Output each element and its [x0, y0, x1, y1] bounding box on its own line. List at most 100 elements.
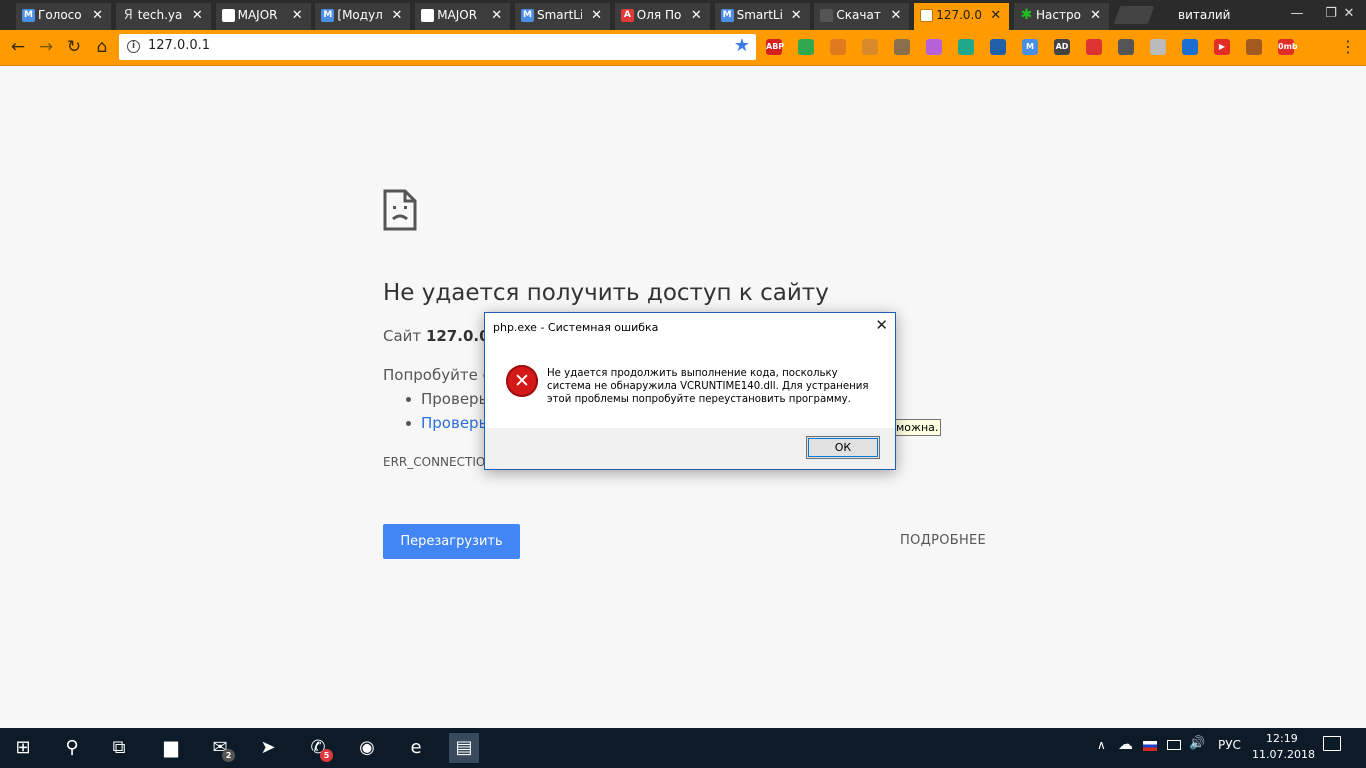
reload-button-toolbar[interactable]: ↻ — [63, 36, 85, 58]
tab-close-icon[interactable]: ✕ — [591, 3, 602, 28]
document-icon — [421, 9, 435, 22]
onedrive-icon[interactable]: ☁ — [1118, 735, 1133, 753]
suggestion-item: Проверь — [406, 414, 487, 432]
ok-button[interactable]: ОК — [806, 436, 880, 459]
tooltip: можна. — [893, 419, 942, 436]
clock-date[interactable]: 11.07.2018 — [1252, 748, 1315, 761]
tab-7[interactable]: M SmartLi ✕ — [714, 3, 810, 30]
php-app-icon[interactable]: ▤ — [449, 733, 479, 763]
home-button[interactable]: ⌂ — [91, 36, 113, 58]
dialog-close-button[interactable]: ✕ — [875, 316, 888, 334]
forward-button[interactable]: → — [35, 36, 57, 58]
dark-page-icon — [820, 9, 834, 22]
tab-close-icon[interactable]: ✕ — [391, 3, 402, 28]
extension-icon-12[interactable] — [1118, 39, 1134, 55]
edge-icon-glyph: e — [410, 737, 422, 758]
extension-icon-2[interactable] — [798, 39, 814, 55]
system-error-dialog: php.exe - Системная ошибка ✕ ✕ Не удаетс… — [484, 312, 896, 470]
tab-6[interactable]: A Оля По ✕ — [614, 3, 710, 30]
tab-close-icon[interactable]: ✕ — [491, 3, 502, 28]
notification-center-icon[interactable] — [1323, 736, 1341, 751]
tab-9[interactable]: 127.0.0 ✕ — [914, 3, 1010, 30]
tab-title: MAJOR — [237, 8, 278, 22]
telegram-icon[interactable]: ➤ — [253, 733, 283, 763]
tray-overflow-icon[interactable]: ∧ — [1097, 738, 1106, 752]
extension-icon-9[interactable]: M — [1022, 39, 1038, 55]
bullet-dot — [406, 421, 411, 426]
gear-icon: ✱ — [1020, 7, 1033, 23]
chrome-icon[interactable]: ◉ — [352, 733, 382, 763]
tab-4[interactable]: MAJOR ✕ — [415, 3, 511, 30]
tab-close-icon[interactable]: ✕ — [791, 3, 802, 28]
tab-5[interactable]: M SmartLi ✕ — [515, 3, 610, 30]
file-explorer-icon[interactable]: ▆ — [156, 733, 186, 763]
tab-8[interactable]: Скачат ✕ — [814, 3, 910, 30]
tab-1[interactable]: Яtech.ya ✕ — [115, 3, 211, 30]
bookmark-star-icon[interactable]: ★ — [734, 35, 750, 56]
network-icon[interactable] — [1167, 740, 1181, 750]
chrome-icon-glyph: ◉ — [359, 737, 375, 758]
tab-close-icon[interactable]: ✕ — [292, 3, 303, 28]
file-explorer-icon-glyph: ▆ — [164, 737, 178, 758]
close-window-button[interactable]: ✕ — [1332, 0, 1366, 30]
majordomo-icon: M — [720, 9, 734, 22]
extension-icon-17[interactable]: 0mb — [1278, 39, 1298, 55]
minimize-button[interactable]: — — [1280, 0, 1314, 30]
extension-icon-15[interactable]: ▶ — [1214, 39, 1230, 55]
tab-10[interactable]: ✱ Настро ✕ — [1014, 3, 1109, 30]
new-tab-button[interactable] — [1113, 6, 1155, 24]
extension-icon-5[interactable] — [894, 39, 910, 55]
info-icon[interactable]: i — [127, 40, 140, 53]
language-indicator[interactable]: РУС — [1218, 738, 1241, 752]
extension-icon-10[interactable]: AD — [1054, 39, 1070, 55]
majordomo-icon: M — [521, 9, 534, 22]
start-button[interactable]: ⊞ — [8, 733, 38, 763]
volume-icon[interactable]: 🔊 — [1189, 736, 1205, 751]
extension-icon-13[interactable] — [1150, 39, 1166, 55]
tab-2[interactable]: MAJOR ✕ — [215, 3, 311, 30]
extension-icon-4[interactable] — [862, 39, 878, 55]
tab-title: SmartLi — [537, 8, 582, 22]
search-icon[interactable]: ⚲ — [57, 733, 87, 763]
flag-icon[interactable] — [1143, 741, 1157, 751]
mail-icon[interactable]: ✉ 2 — [205, 733, 235, 763]
edge-icon[interactable]: e — [401, 733, 431, 763]
address-bar[interactable]: i 127.0.0.1 ★ — [119, 34, 756, 60]
extension-icon-8[interactable] — [990, 39, 1006, 55]
tab-close-icon[interactable]: ✕ — [990, 3, 1001, 28]
adblock-icon[interactable]: ABP — [766, 39, 784, 55]
tab-strip: M Голосо ✕ Яtech.ya ✕ MAJOR ✕ M [Модул ✕ MAJOR ✕ M Sm… — [0, 0, 1366, 30]
taskbar: ⊞ ⚲ ⧉ ▆ ✉ 2 ➤ ✆ 5 ◉ e ▤ ∧ ☁ 🔊 РУС 12:19 11.07.2018 — [0, 728, 1366, 768]
details-button[interactable]: ПОДРОБНЕЕ — [900, 533, 986, 548]
extension-icon-6[interactable] — [926, 39, 942, 55]
error-icon: ✕ — [506, 365, 538, 397]
tab-title: Голосо — [38, 8, 82, 22]
extension-icon-3[interactable] — [830, 39, 846, 55]
tab-3[interactable]: M [Модул ✕ — [315, 3, 411, 30]
tab-title: 127.0.0 — [936, 8, 982, 22]
suggestion-item: Проверь — [406, 390, 487, 408]
reload-button[interactable]: Перезагрузить — [383, 524, 520, 559]
viber-icon[interactable]: ✆ 5 — [303, 733, 333, 763]
back-button[interactable]: ← — [7, 36, 29, 58]
dialog-footer: ОК — [485, 428, 895, 469]
clock-time[interactable]: 12:19 — [1266, 732, 1298, 745]
tab-close-icon[interactable]: ✕ — [890, 3, 901, 28]
suggestion-link[interactable]: Проверь — [421, 414, 487, 432]
extension-icon-11[interactable] — [1086, 39, 1102, 55]
tab-close-icon[interactable]: ✕ — [1090, 3, 1101, 28]
task-view-icon[interactable]: ⧉ — [104, 733, 134, 763]
red-a-icon: A — [620, 9, 634, 22]
url-text[interactable]: 127.0.0.1 — [148, 38, 210, 53]
extension-icon-16[interactable] — [1246, 39, 1262, 55]
tab-close-icon[interactable]: ✕ — [192, 3, 203, 28]
extension-icon-7[interactable] — [958, 39, 974, 55]
extension-icon-14[interactable] — [1182, 39, 1198, 55]
tab-0[interactable]: M Голосо ✕ — [16, 3, 111, 30]
sad-document-icon — [383, 189, 417, 231]
profile-name[interactable]: виталий — [1178, 0, 1230, 30]
menu-icon[interactable]: ⋮ — [1340, 39, 1356, 55]
site-prefix: Сайт — [383, 327, 422, 345]
tab-close-icon[interactable]: ✕ — [691, 3, 702, 28]
tab-close-icon[interactable]: ✕ — [92, 3, 103, 28]
